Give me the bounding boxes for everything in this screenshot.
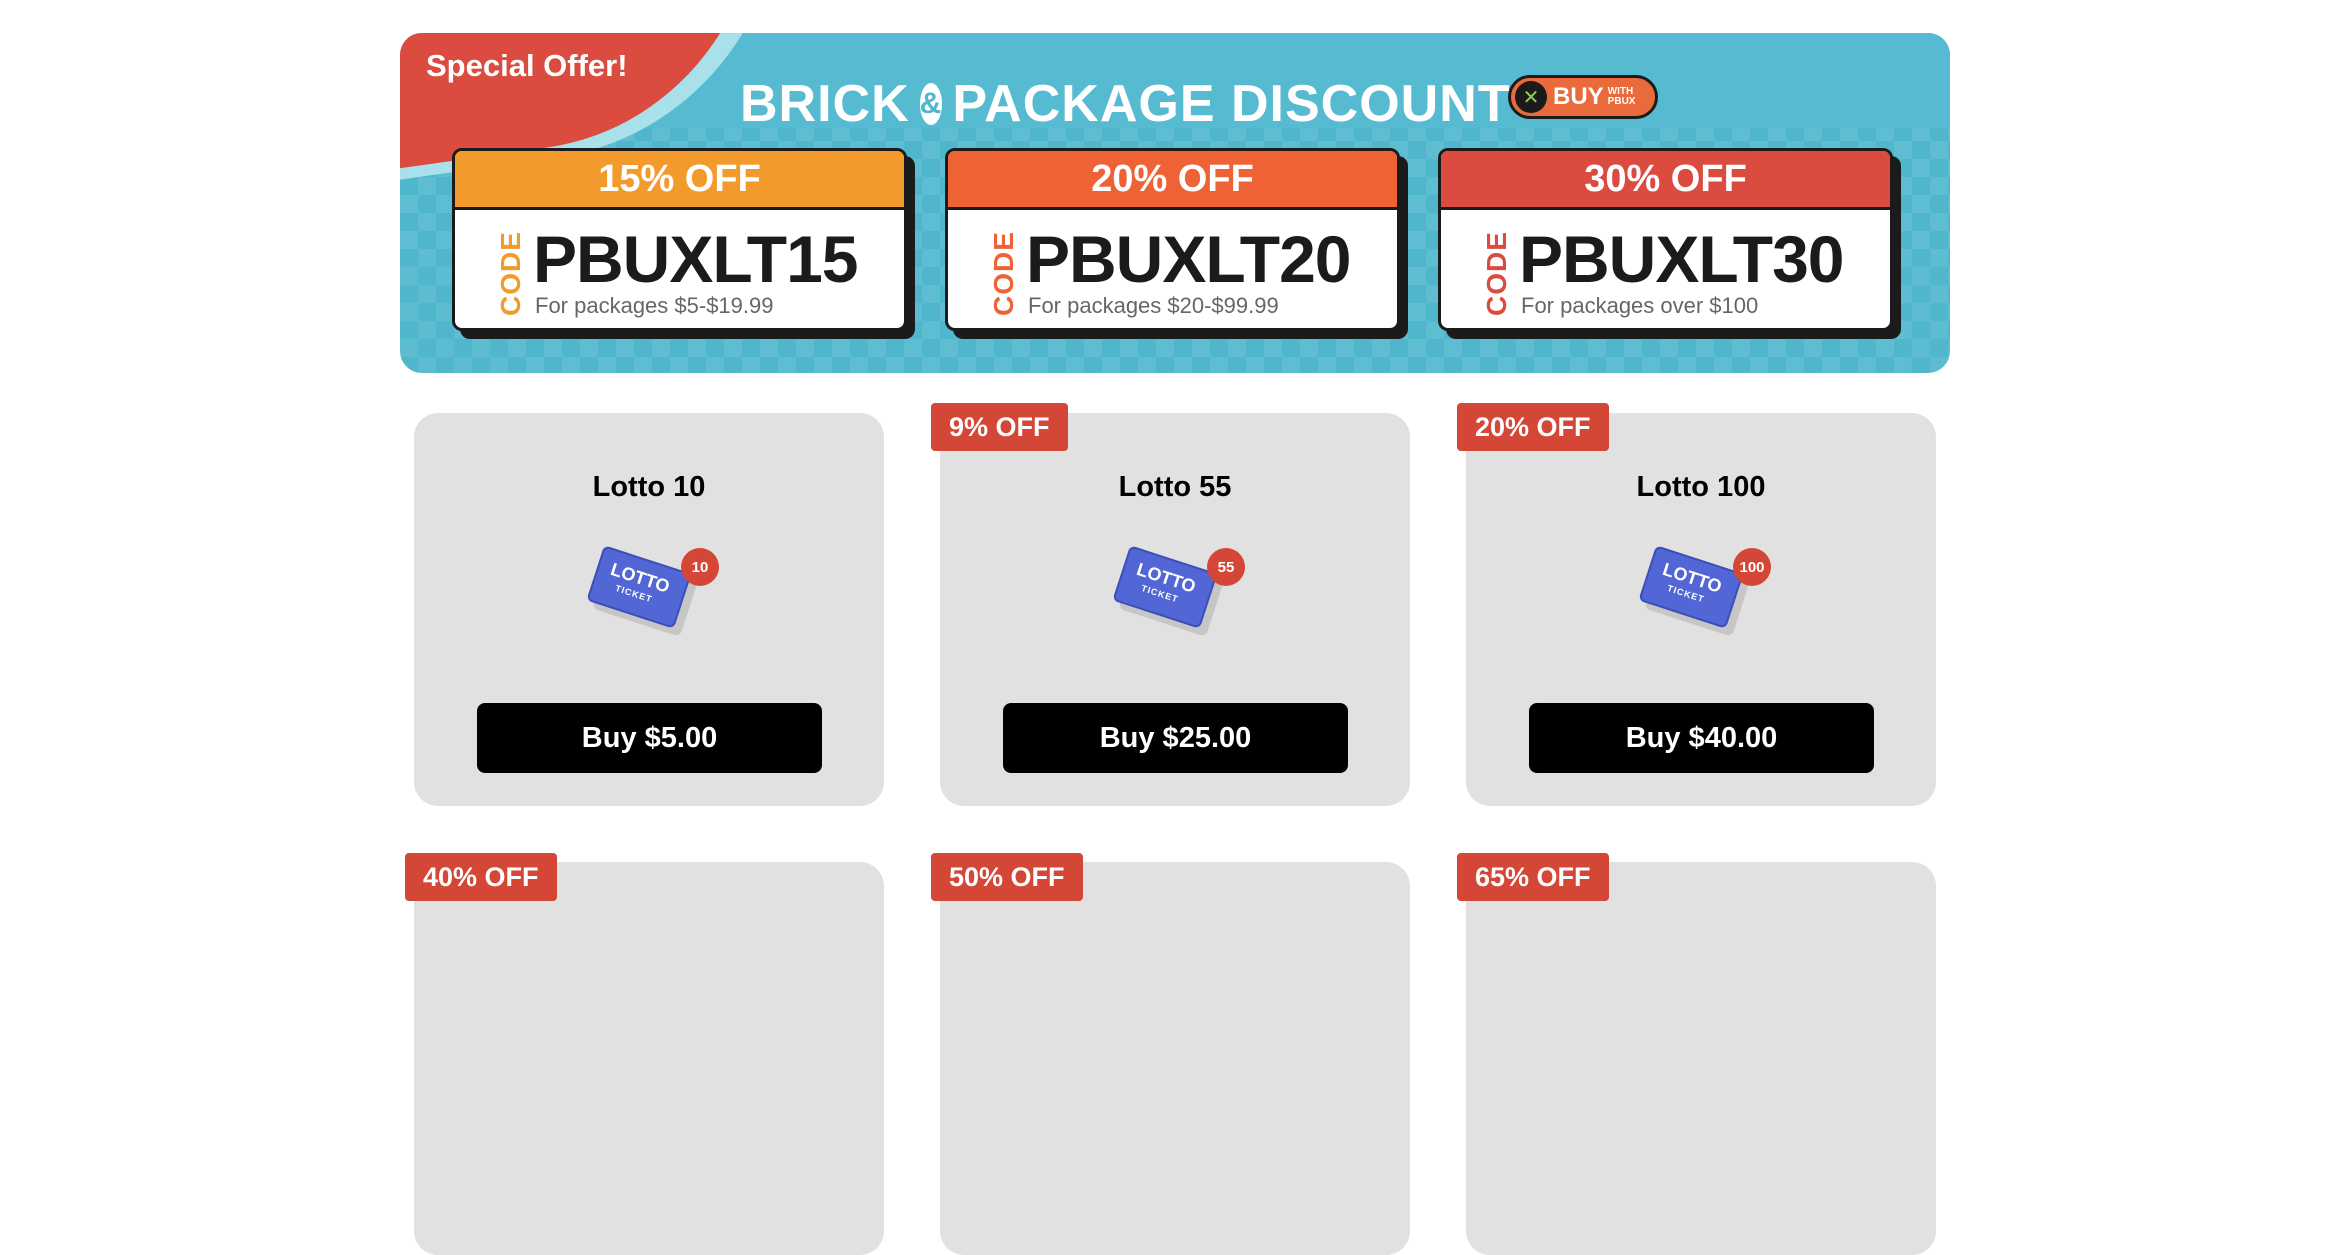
coupon-code: PBUXLT15 (533, 222, 859, 296)
product-card (940, 862, 1410, 1255)
ticket-count-badge: 55 (1207, 548, 1245, 586)
discount-tag: 65% OFF (1457, 853, 1609, 901)
discount-tag: 9% OFF (931, 403, 1068, 451)
coupon-range: For packages $20-$99.99 (1028, 293, 1279, 318)
lotto-ticket-icon: LOTTO TICKET 55 (1112, 545, 1245, 653)
product-card-lotto-55: Lotto 55 LOTTO TICKET 55 Buy $25.00 (940, 413, 1410, 806)
lotto-ticket-icon: LOTTO TICKET 100 (1638, 545, 1771, 653)
pbux-label: PBUX (1607, 96, 1636, 107)
coupon-discount: 20% OFF (948, 151, 1397, 210)
coupon-code: PBUXLT30 (1519, 222, 1845, 296)
lotto-ticket-icon: LOTTO TICKET 10 (586, 545, 719, 653)
coupon-body: 15% OFF CODE PBUXLT15 For packages $5-$1… (452, 148, 907, 331)
special-offer-label: Special Offer! (426, 48, 628, 83)
product-card-lotto-100: Lotto 100 LOTTO TICKET 100 Buy $40.00 (1466, 413, 1936, 806)
product-card (414, 862, 884, 1255)
coupon-code: PBUXLT20 (1026, 222, 1352, 296)
coupon-card: 30% OFF CODE PBUXLT30 For packages over … (1438, 148, 1901, 339)
buy-button[interactable]: Buy $25.00 (1003, 703, 1348, 773)
code-label: CODE (1481, 231, 1512, 316)
coupon-card: 15% OFF CODE PBUXLT15 For packages $5-$1… (452, 148, 915, 339)
banner-title: BRICK & PACKAGE DISCOUNT (740, 69, 1510, 139)
coupon-range: For packages $5-$19.99 (535, 293, 774, 318)
product-name: Lotto 55 (1118, 471, 1232, 503)
product-card (1466, 862, 1936, 1255)
coupon-discount: 30% OFF (1441, 151, 1890, 210)
buy-with-pbux-badge: ✕ BUY WITH PBUX (1508, 75, 1658, 119)
pbux-logo-icon: ✕ (1515, 81, 1547, 113)
coupon-discount: 15% OFF (455, 151, 904, 210)
promo-banner: Special Offer! BRICK & PACKAGE DISCOUNT … (400, 33, 1950, 373)
coupon-card: 20% OFF CODE PBUXLT20 For packages $20-$… (945, 148, 1408, 339)
product-card-lotto-10: Lotto 10 LOTTO TICKET 10 Buy $5.00 (414, 413, 884, 806)
discount-tag: 50% OFF (931, 853, 1083, 901)
ticket-body: LOTTO TICKET (586, 545, 692, 629)
ticket-body: LOTTO TICKET (1112, 545, 1218, 629)
discount-tag: 40% OFF (405, 853, 557, 901)
coupon-body: 20% OFF CODE PBUXLT20 For packages $20-$… (945, 148, 1400, 331)
buy-button[interactable]: Buy $5.00 (477, 703, 822, 773)
coupon-body: 30% OFF CODE PBUXLT30 For packages over … (1438, 148, 1893, 331)
banner-title-left: BRICK (740, 75, 910, 133)
ticket-count-badge: 100 (1733, 548, 1771, 586)
with-pbux-label: WITH PBUX (1608, 87, 1636, 107)
ticket-count-badge: 10 (681, 548, 719, 586)
buy-label: BUY (1553, 83, 1604, 110)
product-name: Lotto 100 (1636, 471, 1766, 503)
code-label: CODE (988, 231, 1019, 316)
coupon-range: For packages over $100 (1521, 293, 1759, 318)
ampersand-icon: & (919, 83, 943, 125)
product-name: Lotto 10 (592, 471, 706, 503)
buy-button[interactable]: Buy $40.00 (1529, 703, 1874, 773)
code-label: CODE (495, 231, 526, 316)
ticket-body: LOTTO TICKET (1638, 545, 1744, 629)
discount-tag: 20% OFF (1457, 403, 1609, 451)
banner-title-right: PACKAGE DISCOUNT (952, 75, 1511, 133)
